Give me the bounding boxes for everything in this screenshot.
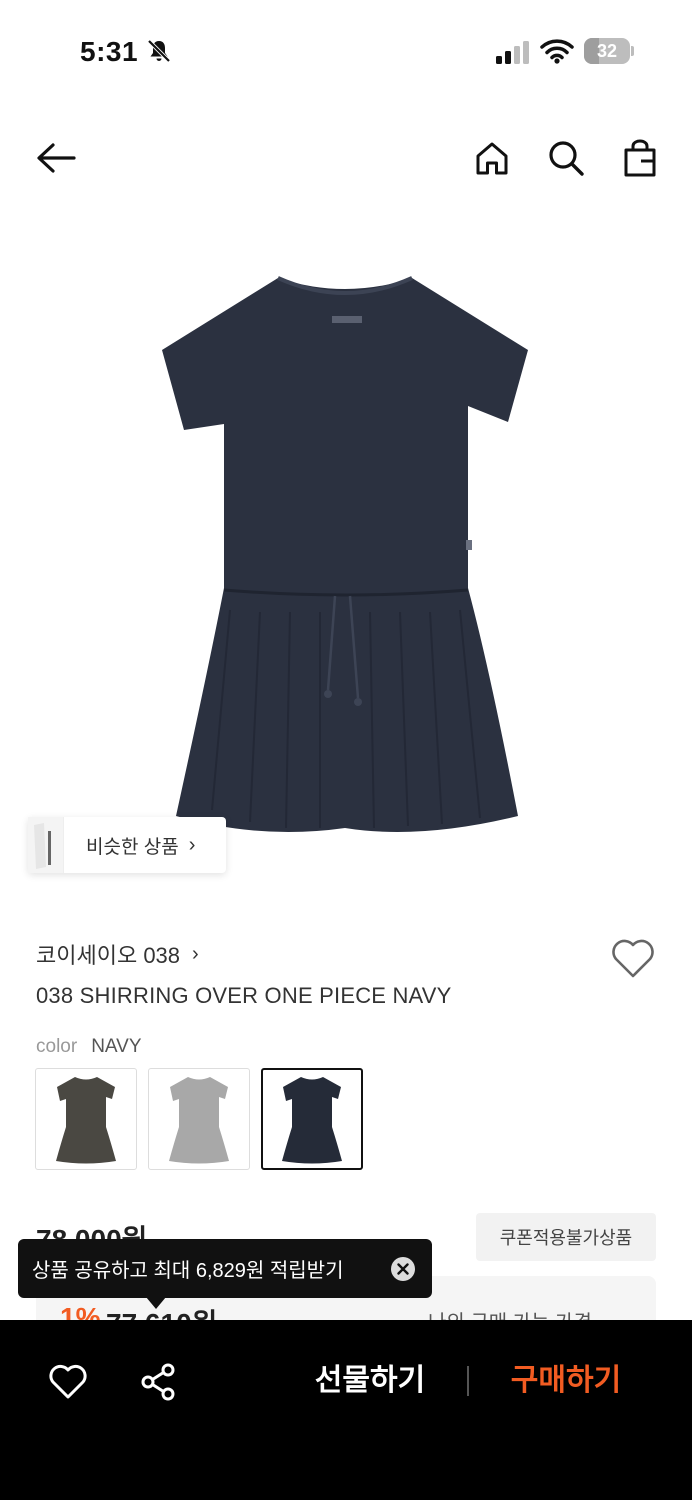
similar-products-button[interactable]: 비슷한 상품 › [28,817,226,873]
swatch-navy[interactable] [261,1068,363,1170]
home-icon [476,142,508,175]
share-reward-toast: 상품 공유하고 최대 6,829원 적립받기 [18,1239,432,1298]
similar-product-thumbnail [28,817,64,873]
like-heart-icon[interactable] [48,1362,88,1400]
buy-button[interactable]: 구매하기 [496,1358,636,1404]
toast-text: 상품 공유하고 최대 6,829원 적립받기 [32,1260,344,1282]
battery-indicator: 32 [584,38,634,64]
close-icon [397,1263,409,1275]
battery-level: 32 [596,41,618,61]
home-button[interactable] [468,134,516,182]
bottom-action-bar: 선물하기 구매하기 [0,1320,692,1500]
swatch-grey[interactable] [148,1068,250,1170]
bell-muted-icon [147,39,171,63]
status-bar: 5:31 32 [0,0,692,100]
status-time: 5:31 [80,36,139,67]
search-button[interactable] [542,134,590,182]
product-image [162,276,528,832]
option-value: NAVY [91,1036,142,1057]
gift-button[interactable]: 선물하기 [300,1358,440,1404]
wishlist-heart-icon[interactable] [610,936,656,980]
brand-link[interactable]: 코이세이오 038 › [36,938,199,970]
shopping-bag-button[interactable] [616,134,664,182]
toast-pointer [146,1297,166,1309]
color-swatches [35,1068,363,1170]
brand-name: 코이세이오 038 [36,943,181,968]
back-button[interactable] [32,134,80,182]
toast-close-button[interactable] [391,1257,415,1281]
swatch-charcoal[interactable] [35,1068,137,1170]
shopping-bag-icon [624,139,656,177]
coupon-badge: 쿠폰적용불가상품 [476,1213,656,1261]
chevron-right-icon: › [192,942,199,965]
top-navigation [0,124,692,194]
option-label: color [36,1036,78,1057]
color-option: color NAVY [36,1036,142,1058]
product-title: 038 SHIRRING OVER ONE PIECE NAVY [36,983,452,1008]
divider [467,1366,469,1396]
cellular-signal-icon [496,41,529,64]
arrow-left-icon [37,143,76,173]
chevron-right-icon: › [188,833,196,856]
share-icon[interactable] [138,1362,178,1402]
similar-products-label: 비슷한 상품 [86,836,179,858]
search-icon [549,141,584,176]
wifi-icon [540,39,574,64]
